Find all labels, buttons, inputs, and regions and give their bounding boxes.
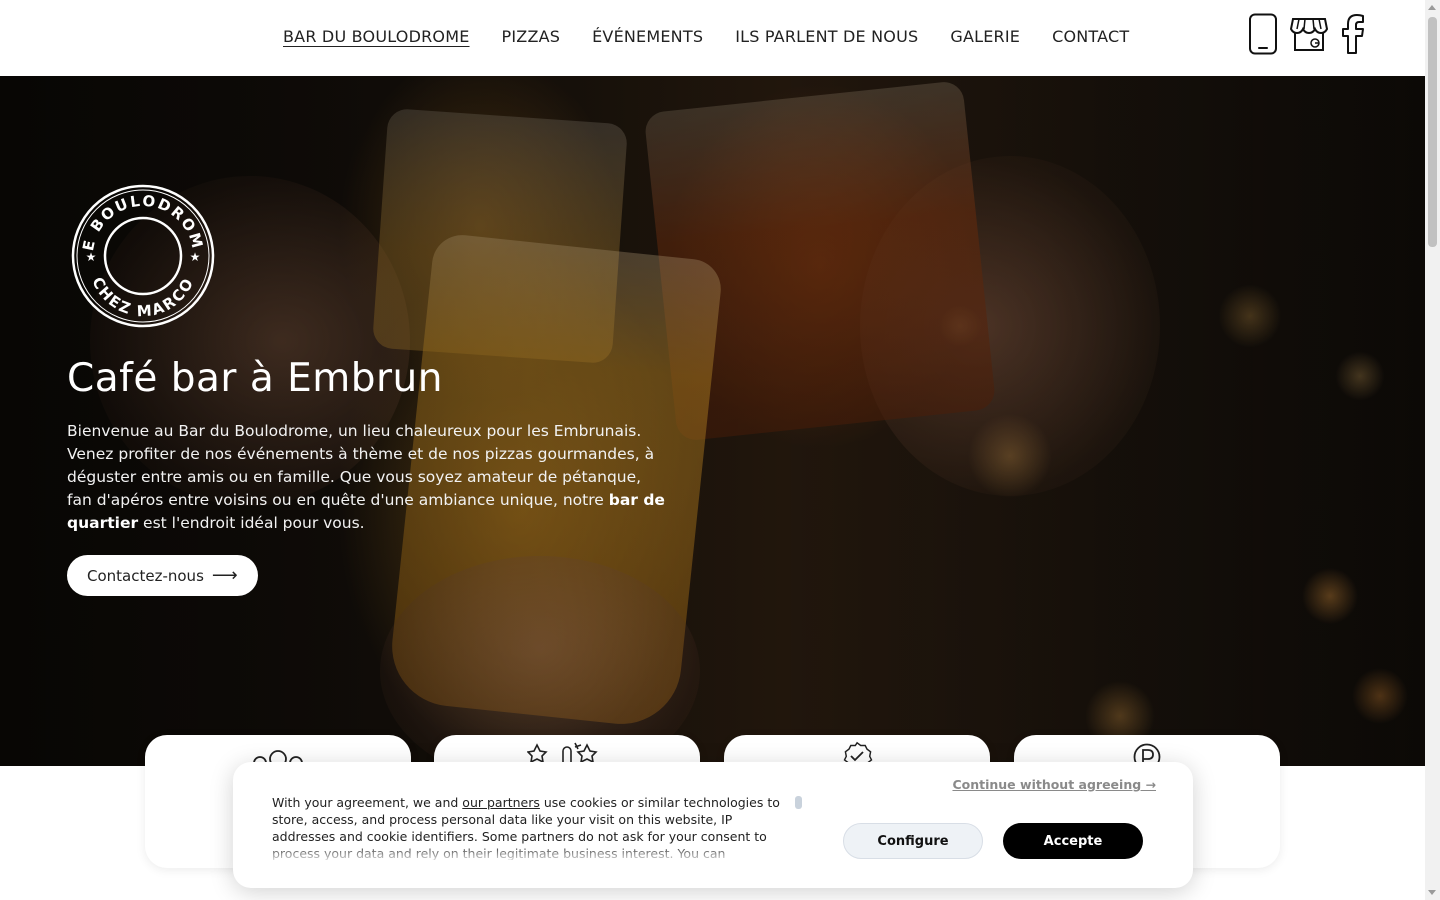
hero-text-part: Bienvenue au Bar du Boulodrome, un lieu … [67,422,655,509]
our-partners-link[interactable]: our partners [462,795,540,810]
nav-item-ils-parlent-de-nous[interactable]: ILS PARLENT DE NOUS [735,26,918,48]
nav-item-pizzas[interactable]: PIZZAS [502,26,561,48]
site-header: BAR DU BOULODROME PIZZAS ÉVÉNEMENTS ILS … [0,0,1425,76]
accept-button[interactable]: Accepte [1003,823,1143,859]
scroll-down-arrow-icon[interactable] [1428,890,1436,895]
nav-item-galerie[interactable]: GALERIE [950,26,1020,48]
hero-description: Bienvenue au Bar du Boulodrome, un lieu … [67,420,667,535]
main-nav: BAR DU BOULODROME PIZZAS ÉVÉNEMENTS ILS … [283,26,1161,48]
nav-item-evenements[interactable]: ÉVÉNEMENTS [592,26,703,48]
continue-without-agreeing-link[interactable]: Continue without agreeing → [952,777,1156,792]
hero-section: LE BOULODROME CHEZ MARCO ★ ★ Café bar à … [0,76,1425,766]
arrow-right-icon: ⟶ [211,565,238,586]
scrollbar-thumb[interactable] [1428,17,1437,247]
cookie-consent-banner: Continue without agreeing → With your ag… [233,762,1193,888]
hero-text-part: est l'endroit idéal pour vous. [138,514,365,532]
header-icons [1248,13,1366,55]
facebook-icon[interactable] [1340,14,1366,54]
scroll-up-arrow-icon[interactable] [1428,5,1436,10]
text-fade [272,844,792,862]
contact-us-button[interactable]: Contactez-nous ⟶ [67,555,258,596]
hero-title: Café bar à Embrun [67,356,443,401]
svg-text:★: ★ [190,250,201,264]
phone-icon[interactable] [1248,13,1278,55]
cookie-text-part: With your agreement, we and [272,795,463,810]
google-business-icon[interactable] [1290,15,1328,53]
nav-item-bar-du-boulodrome[interactable]: BAR DU BOULODROME [283,26,470,48]
nav-item-contact[interactable]: CONTACT [1052,26,1129,48]
page-scrollbar[interactable] [1425,0,1440,900]
configure-button[interactable]: Configure [843,823,983,859]
contact-us-label: Contactez-nous [87,566,204,585]
cookie-text-scrollbar[interactable] [795,796,802,809]
boulodrome-logo: LE BOULODROME CHEZ MARCO ★ ★ [71,184,215,328]
svg-text:★: ★ [86,250,97,264]
